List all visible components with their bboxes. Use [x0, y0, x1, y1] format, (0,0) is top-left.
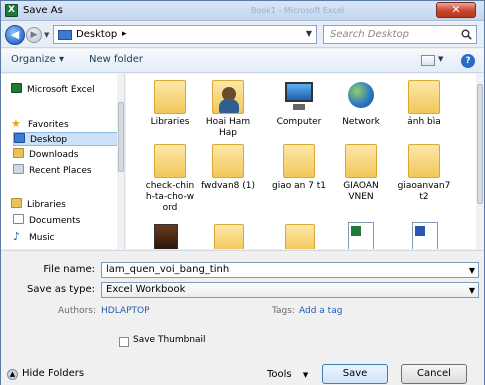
list-item[interactable]: Computer: [269, 80, 329, 128]
close-button[interactable]: ✕: [436, 2, 476, 18]
nav-item-music[interactable]: ♪ Music: [13, 230, 124, 244]
user-folder-icon: [212, 80, 244, 114]
nav-item-libraries[interactable]: Libraries: [11, 198, 124, 212]
nav-scrollbar-thumb[interactable]: [118, 102, 124, 172]
back-button[interactable]: ◀: [5, 25, 25, 45]
list-item[interactable]: fwdvan8 (1): [198, 144, 258, 192]
file-list-scrollbar[interactable]: [476, 74, 484, 249]
view-options-icon[interactable]: [421, 55, 435, 66]
file-list-scrollbar-thumb[interactable]: [477, 84, 483, 204]
navigation-pane: Microsoft Excel ★ Favorites Desktop Downl…: [1, 74, 125, 249]
list-item[interactable]: GIAOAN VNEN: [331, 144, 391, 203]
address-bar[interactable]: Desktop ▸ ▼: [53, 25, 317, 44]
folder-icon: [408, 80, 440, 114]
libraries-icon: [11, 198, 22, 208]
chevron-up-icon: ▲: [7, 369, 18, 380]
folder-icon: [345, 144, 377, 178]
background-window-title: Book1 - Microsoft Excel: [251, 6, 345, 15]
chevron-down-icon[interactable]: ▼: [438, 55, 443, 63]
nav-item-documents[interactable]: Documents: [13, 214, 124, 228]
search-box[interactable]: Search Desktop: [323, 25, 477, 44]
folder-icon: [283, 144, 315, 178]
save-as-type-select[interactable]: Excel Workbook ▼: [101, 282, 479, 298]
organize-button[interactable]: Organize ▾: [11, 54, 64, 65]
hide-folders-button[interactable]: ▲ Hide Folders: [7, 368, 84, 380]
star-icon: ★: [11, 117, 21, 130]
authors-label: Authors:: [58, 306, 97, 316]
chevron-down-icon[interactable]: ▼: [469, 264, 475, 278]
desktop-icon: [14, 133, 25, 143]
excel-document-icon[interactable]: [348, 222, 374, 249]
recent-places-icon: [13, 164, 24, 174]
folder-icon[interactable]: [214, 224, 244, 249]
save-form: File name: lam_quen_voi_bang_tinh ▼ Save…: [1, 250, 484, 385]
save-as-type-value[interactable]: Excel Workbook: [106, 284, 185, 295]
save-button[interactable]: Save: [322, 364, 388, 384]
save-thumbnail-checkbox[interactable]: [119, 337, 129, 347]
file-list: Libraries Hoai Ham Hap Computer Network …: [126, 74, 476, 249]
tools-button[interactable]: Tools ▼: [267, 369, 308, 380]
list-item[interactable]: giao an 7 t1: [269, 144, 329, 192]
recent-locations-dropdown[interactable]: ▼: [44, 31, 49, 39]
address-location[interactable]: Desktop: [76, 29, 117, 40]
nav-item-downloads[interactable]: Downloads: [13, 148, 124, 162]
list-item[interactable]: Libraries: [140, 80, 200, 128]
title-bar: X Save As Book1 - Microsoft Excel ✕: [1, 1, 484, 21]
dialog-title: Save As: [23, 5, 63, 16]
cancel-button[interactable]: Cancel: [401, 364, 467, 384]
image-thumbnail-icon[interactable]: [154, 224, 178, 249]
tags-label: Tags:: [272, 306, 295, 316]
authors-field[interactable]: HDLAPTOP: [101, 306, 150, 316]
address-row: ◀ ▶ ▼ Desktop ▸ ▼ Search Desktop: [1, 22, 484, 48]
folder-icon: [408, 144, 440, 178]
list-item[interactable]: ảnh bìa: [394, 80, 454, 128]
word-document-icon[interactable]: [412, 222, 438, 249]
nav-scrollbar[interactable]: [117, 74, 124, 249]
documents-icon: [13, 214, 24, 224]
chevron-down-icon[interactable]: ▼: [306, 29, 312, 38]
computer-icon: [283, 80, 315, 114]
nav-item-desktop[interactable]: Desktop: [13, 132, 124, 146]
excel-icon: [11, 83, 22, 93]
list-item[interactable]: Hoai Ham Hap: [198, 80, 258, 139]
downloads-folder-icon: [13, 148, 24, 158]
new-folder-button[interactable]: New folder: [89, 54, 143, 65]
chevron-down-icon: ▼: [302, 371, 309, 379]
folder-icon[interactable]: [285, 224, 315, 249]
save-as-type-label: Save as type:: [27, 284, 95, 295]
file-name-value[interactable]: lam_quen_voi_bang_tinh: [106, 264, 229, 275]
list-item[interactable]: check-chin h-ta-cho-w ord: [140, 144, 200, 214]
nav-item-favorites[interactable]: ★ Favorites: [11, 117, 124, 131]
save-as-dialog: X Save As Book1 - Microsoft Excel ✕ ◀ ▶ …: [0, 0, 485, 385]
search-input[interactable]: Search Desktop: [330, 29, 409, 40]
list-item[interactable]: giaoanvan7 t2: [394, 144, 454, 203]
nav-item-recent-places[interactable]: Recent Places: [13, 164, 124, 178]
chevron-down-icon[interactable]: ▼: [469, 284, 475, 298]
folder-icon: [154, 144, 186, 178]
file-name-label: File name:: [43, 264, 95, 275]
help-icon[interactable]: ?: [461, 54, 475, 68]
folder-icon: [212, 144, 244, 178]
network-icon: [345, 80, 377, 114]
save-thumbnail-label[interactable]: Save Thumbnail: [133, 335, 206, 345]
nav-item-microsoft-excel[interactable]: Microsoft Excel: [11, 83, 124, 97]
list-item[interactable]: Network: [331, 80, 391, 128]
forward-button[interactable]: ▶: [26, 27, 42, 43]
file-name-field[interactable]: lam_quen_voi_bang_tinh ▼: [101, 262, 479, 278]
tags-field[interactable]: Add a tag: [299, 306, 342, 316]
chevron-right-icon[interactable]: ▸: [122, 29, 127, 39]
command-bar: Organize ▾ New folder ▼ ?: [1, 49, 484, 73]
music-icon: ♪: [13, 230, 21, 243]
desktop-icon: [58, 30, 72, 40]
excel-app-icon: X: [5, 4, 18, 17]
libraries-icon: [154, 80, 186, 114]
search-icon[interactable]: [461, 29, 472, 40]
